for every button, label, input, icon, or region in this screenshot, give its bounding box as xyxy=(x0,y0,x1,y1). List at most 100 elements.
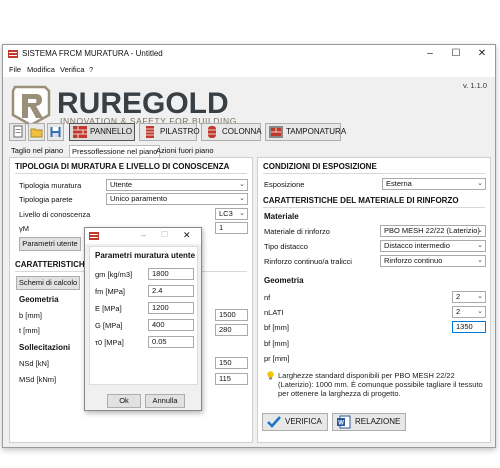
chevron-down-icon: ⌄ xyxy=(477,242,483,249)
livello-conoscenza-select[interactable]: LC3 ⌄ xyxy=(215,208,248,220)
g-label: G [MPa] xyxy=(95,321,123,330)
materiale-subtitle: Materiale xyxy=(264,212,299,221)
dialog-ok-button[interactable]: Ok xyxy=(107,394,141,408)
tau0-input[interactable]: 0.05 xyxy=(148,336,194,348)
window-title: SISTEMA FRCM MURATURA - Untitled xyxy=(22,49,163,58)
gamma-m-label: γM xyxy=(19,224,29,233)
pillar-icon xyxy=(146,126,154,138)
sollecitazioni-title: Sollecitazioni xyxy=(19,343,71,352)
pf-label: bf [mm] xyxy=(264,339,290,348)
verifica-button[interactable]: VERIFICA xyxy=(262,413,328,431)
chevron-down-icon: ⌄ xyxy=(477,257,483,264)
nf-select[interactable]: 2 ⌄ xyxy=(452,291,486,303)
divider xyxy=(15,173,247,174)
parametri-utente-button[interactable]: Parametri utente xyxy=(19,237,81,251)
tab-pilastro-button[interactable]: PILASTRO xyxy=(139,123,200,141)
wall-panel-icon xyxy=(73,126,87,138)
tab-pressoflessione[interactable]: Pressoflessione nel piano xyxy=(69,145,161,157)
tipologia-parete-select[interactable]: Unico paramento ⌄ xyxy=(106,193,248,205)
tab-tamponatura-button[interactable]: TAMPONATURA xyxy=(265,123,346,141)
tab-taglio[interactable]: Taglio nel piano xyxy=(9,145,65,157)
nsd-label: NSd [kN] xyxy=(19,359,50,368)
save-icon xyxy=(50,127,61,137)
gm-input[interactable]: 1800 xyxy=(148,268,194,280)
open-file-button[interactable] xyxy=(28,123,45,141)
check-icon xyxy=(267,416,281,428)
chevron-down-icon: ⌄ xyxy=(477,293,483,300)
materiale-rinforzo-value: PBO MESH 22/22 (Laterizio) xyxy=(384,226,480,235)
save-button[interactable] xyxy=(47,123,64,141)
app-icon xyxy=(8,50,18,58)
msd-label: MSd [kNm] xyxy=(19,375,57,384)
tipo-distacco-select[interactable]: Distacco intermedio ⌄ xyxy=(380,240,486,252)
tab-colonna-button[interactable]: COLONNA xyxy=(201,123,262,141)
relazione-button[interactable]: W RELAZIONE xyxy=(332,413,406,431)
chevron-down-icon: ⌄ xyxy=(477,308,483,315)
tipologia-muratura-select[interactable]: Utente ⌄ xyxy=(106,179,248,191)
dialog-title-bar: – ☐ ✕ xyxy=(85,228,201,244)
b-label: b [mm] xyxy=(19,311,42,320)
dialog-close-icon[interactable]: ✕ xyxy=(183,230,191,241)
menu-help[interactable]: ? xyxy=(89,65,93,74)
close-icon[interactable]: ✕ xyxy=(469,46,495,62)
verifica-label: VERIFICA xyxy=(285,417,322,426)
app-icon xyxy=(89,232,99,240)
chevron-down-icon: ⌄ xyxy=(239,210,245,217)
rinforzo-continuo-value: Rinforzo continuo xyxy=(384,256,443,265)
new-file-button[interactable] xyxy=(9,123,26,141)
divider xyxy=(263,207,485,208)
menu-modifica[interactable]: Modifica xyxy=(27,65,55,74)
chevron-down-icon: ⌄ xyxy=(477,180,483,187)
nlati-select[interactable]: 2 ⌄ xyxy=(452,306,486,318)
esposizione-value: Esterna xyxy=(386,179,412,188)
materiale-rinforzo-title: CARATTERISTICHE DEL MATERIALE DI RINFORZ… xyxy=(263,196,459,205)
tipologia-muratura-label: Tipologia muratura xyxy=(19,181,82,190)
tab-fuori-piano[interactable]: Azioni fuori piano xyxy=(154,145,216,157)
dialog-minimize-icon[interactable]: – xyxy=(141,230,146,240)
gamma-m-input[interactable]: 1 xyxy=(215,222,248,234)
gm-label: gm [kg/m3] xyxy=(95,270,133,279)
info-bulb-icon xyxy=(267,371,274,380)
new-file-icon xyxy=(13,125,23,138)
tau0-label: τ0 [MPa] xyxy=(95,338,124,347)
section-tipologia-title: TIPOLOGIA DI MURATURA E LIVELLO DI CONOS… xyxy=(15,162,230,171)
tipologia-parete-value: Unico paramento xyxy=(110,194,168,203)
right-panel: CONDIZIONI DI ESPOSIZIONE Esposizione Es… xyxy=(257,157,491,443)
t-input[interactable]: 280 xyxy=(215,324,248,336)
tipologia-muratura-value: Utente xyxy=(110,180,133,189)
maximize-icon[interactable]: ☐ xyxy=(443,46,469,62)
fm-label: fm [MPa] xyxy=(95,287,126,296)
msd-input[interactable]: 115 xyxy=(215,373,248,385)
schemi-calcolo-button[interactable]: Schemi di calcolo xyxy=(16,276,80,290)
nf-label: nf xyxy=(264,293,271,302)
e-input[interactable]: 1200 xyxy=(148,302,194,314)
word-document-icon: W xyxy=(337,415,351,429)
menu-file[interactable]: File xyxy=(9,65,21,74)
b-input[interactable]: 1500 xyxy=(215,309,248,321)
geometria-title: Geometria xyxy=(19,295,59,304)
g-input[interactable]: 400 xyxy=(148,319,194,331)
e-label: E [MPa] xyxy=(95,304,122,313)
fm-input[interactable]: 2.4 xyxy=(148,285,194,297)
tamponatura-label: TAMPONATURA xyxy=(286,127,347,136)
dialog-cancel-button[interactable]: Annulla xyxy=(145,394,185,408)
svg-text:W: W xyxy=(338,421,344,427)
materiale-rinforzo-select[interactable]: PBO MESH 22/22 (Laterizio) ⌄ xyxy=(380,225,486,237)
main-window: SISTEMA FRCM MURATURA - Untitled – ☐ ✕ F… xyxy=(2,44,496,448)
version-label: v. 1.1.0 xyxy=(462,81,487,90)
bf-label: bf [mm] xyxy=(264,323,290,332)
minimize-icon[interactable]: – xyxy=(417,46,443,62)
tipo-distacco-label: Tipo distacco xyxy=(264,242,308,251)
tab-pannello-button[interactable]: PANNELLO xyxy=(69,123,135,141)
pannello-label: PANNELLO xyxy=(90,127,133,136)
esposizione-label: Esposizione xyxy=(264,180,305,189)
nsd-input[interactable]: 150 xyxy=(215,357,248,369)
esposizione-select[interactable]: Esterna ⌄ xyxy=(382,178,486,190)
bf-input[interactable]: 1350 xyxy=(452,321,486,333)
menu-verifica[interactable]: Verifica xyxy=(60,65,85,74)
livello-conoscenza-value: LC3 xyxy=(219,209,233,218)
folder-icon xyxy=(30,128,43,138)
dialog-maximize-icon[interactable]: ☐ xyxy=(161,230,168,239)
divider xyxy=(263,173,485,174)
rinforzo-continuo-select[interactable]: Rinforzo continuo ⌄ xyxy=(380,255,486,267)
